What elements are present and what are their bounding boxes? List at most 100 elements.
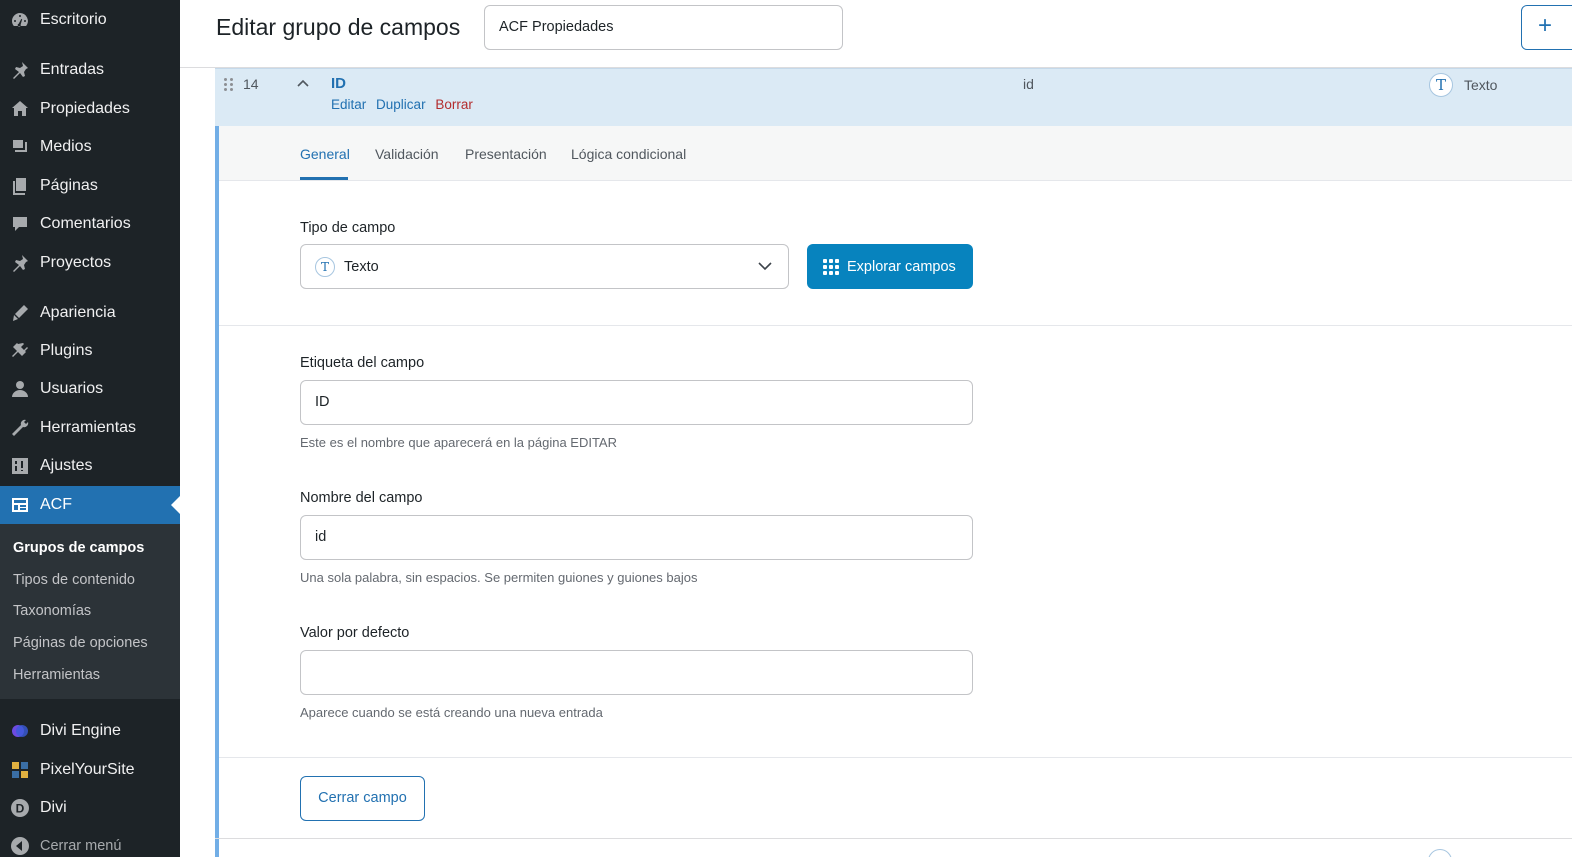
- field-row-actions: Editar Duplicar Borrar: [331, 97, 479, 112]
- group-title-input[interactable]: ACF Propiedades: [484, 5, 843, 50]
- sidebar-item-usuarios[interactable]: Usuarios: [0, 370, 180, 408]
- dashboard-icon: [9, 9, 31, 31]
- sidebar-item-divi-engine[interactable]: Divi Engine: [0, 712, 180, 750]
- divi-icon: D: [9, 797, 31, 819]
- plus-icon: +: [1538, 12, 1553, 39]
- close-field-label: Cerrar campo: [318, 790, 407, 806]
- sidebar-item-label: Apariencia: [40, 304, 116, 321]
- submenu-item-tools[interactable]: Herramientas: [13, 667, 100, 683]
- pages-icon: [9, 175, 31, 197]
- sidebar-item-comentarios[interactable]: Comentarios: [0, 205, 180, 243]
- sidebar-item-label: Ajustes: [40, 457, 93, 474]
- sidebar-item-ajustes[interactable]: Ajustes: [0, 447, 180, 485]
- tools-icon: [9, 417, 31, 439]
- add-field-button[interactable]: +: [1521, 5, 1572, 50]
- field-order-number: 14: [243, 76, 259, 92]
- browse-fields-button[interactable]: Explorar campos: [807, 244, 973, 289]
- default-value-help: Aparece cuando se está creando una nueva…: [300, 705, 603, 720]
- field-name-input-value: id: [315, 529, 327, 545]
- field-name-input[interactable]: id: [300, 515, 973, 560]
- sidebar-item-apariencia[interactable]: Apariencia: [0, 294, 180, 332]
- field-type-label: Texto: [1464, 77, 1498, 93]
- grid-icon: [823, 258, 839, 275]
- close-field-button[interactable]: Cerrar campo: [300, 776, 425, 821]
- field-name-heading: Nombre del campo: [300, 490, 423, 506]
- media-icon: [9, 136, 31, 158]
- submenu-item-post-types[interactable]: Tipos de contenido: [13, 572, 135, 588]
- group-title-value: ACF Propiedades: [499, 19, 614, 35]
- text-type-icon: T: [315, 256, 335, 277]
- acf-icon: [9, 494, 31, 516]
- field-label-heading: Etiqueta del campo: [300, 355, 425, 371]
- sidebar-item-medios[interactable]: Medios: [0, 128, 180, 166]
- field-row[interactable]: 14 ID Editar Duplicar Borrar id T Texto: [215, 68, 1572, 126]
- pin-icon: [9, 252, 31, 274]
- browse-fields-label: Explorar campos: [847, 258, 956, 275]
- section-divider: [219, 757, 1572, 758]
- section-divider: [219, 325, 1572, 326]
- tab-general[interactable]: General: [300, 146, 350, 162]
- sidebar-item-acf[interactable]: ACF: [0, 486, 180, 524]
- admin-sidebar: Escritorio Entradas Propiedades Medios P…: [0, 0, 180, 857]
- sidebar-item-entradas[interactable]: Entradas: [0, 51, 180, 89]
- field-name-column: id: [1023, 76, 1034, 92]
- collapse-menu-icon: [9, 835, 31, 857]
- text-type-icon: T: [1429, 73, 1453, 97]
- field-label-help: Este es el nombre que aparecerá en la pá…: [300, 435, 617, 450]
- default-value-heading: Valor por defecto: [300, 625, 410, 641]
- sidebar-item-herramientas[interactable]: Herramientas: [0, 409, 180, 447]
- sidebar-item-label: Comentarios: [40, 215, 131, 232]
- divi-engine-icon: [9, 720, 31, 742]
- sidebar-item-label: Plugins: [40, 342, 93, 359]
- sidebar-collapse-button[interactable]: Cerrar menú: [0, 827, 180, 857]
- appearance-icon: [9, 302, 31, 324]
- settings-tabs: General Validación Presentación Lógica c…: [219, 126, 1572, 181]
- active-tab-indicator: [300, 177, 348, 180]
- drag-handle-icon[interactable]: [224, 78, 236, 92]
- sidebar-item-label: Escritorio: [40, 11, 107, 28]
- field-type-heading: Tipo de campo: [300, 220, 396, 236]
- submenu-item-field-groups[interactable]: Grupos de campos: [13, 540, 144, 556]
- sidebar-item-label: ACF: [40, 496, 72, 513]
- sidebar-item-label: Herramientas: [40, 419, 137, 436]
- svg-text:D: D: [16, 802, 25, 816]
- sidebar-item-label: PixelYourSite: [40, 761, 135, 778]
- sidebar-item-label: Medios: [40, 138, 92, 155]
- sidebar-item-propiedades[interactable]: Propiedades: [0, 90, 180, 128]
- sidebar-item-label: Propiedades: [40, 100, 130, 117]
- sidebar-item-proyectos[interactable]: Proyectos: [0, 244, 180, 282]
- next-field-row-border: [215, 838, 1572, 839]
- chevron-up-icon[interactable]: [296, 76, 310, 90]
- edit-field-link[interactable]: Editar: [331, 97, 366, 112]
- pin-icon: [9, 59, 31, 81]
- tab-conditional-logic[interactable]: Lógica condicional: [571, 146, 686, 162]
- field-label-input-value: ID: [315, 394, 330, 410]
- sidebar-item-label: Divi Engine: [40, 722, 121, 739]
- sidebar-item-escritorio[interactable]: Escritorio: [0, 1, 180, 39]
- delete-field-link[interactable]: Borrar: [435, 97, 473, 112]
- page-title: Editar grupo de campos: [216, 14, 461, 40]
- settings-icon: [9, 455, 31, 477]
- plugins-icon: [9, 340, 31, 362]
- sidebar-item-plugins[interactable]: Plugins: [0, 332, 180, 370]
- comments-icon: [9, 213, 31, 235]
- field-settings-panel: General Validación Presentación Lógica c…: [215, 126, 1572, 857]
- submenu-item-options-pages[interactable]: Páginas de opciones: [13, 635, 148, 651]
- sidebar-item-paginas[interactable]: Páginas: [0, 167, 180, 205]
- tab-validation[interactable]: Validación: [375, 146, 439, 162]
- acf-submenu: Grupos de campos Tipos de contenido Taxo…: [0, 524, 180, 699]
- default-value-input[interactable]: [300, 650, 973, 695]
- tab-presentation[interactable]: Presentación: [465, 146, 547, 162]
- sidebar-item-pixelyoursite[interactable]: PixelYourSite: [0, 751, 180, 789]
- field-label-input[interactable]: ID: [300, 380, 973, 425]
- field-label-link[interactable]: ID: [331, 75, 346, 92]
- sidebar-item-divi[interactable]: D Divi: [0, 789, 180, 827]
- field-type-select[interactable]: T Texto: [300, 244, 789, 289]
- users-icon: [9, 378, 31, 400]
- sidebar-item-label: Entradas: [40, 61, 105, 78]
- sidebar-item-label: Cerrar menú: [40, 838, 122, 854]
- duplicate-field-link[interactable]: Duplicar: [376, 97, 426, 112]
- submenu-item-taxonomies[interactable]: Taxonomías: [13, 603, 91, 619]
- sidebar-item-label: Divi: [40, 799, 67, 816]
- properties-icon: [9, 98, 31, 120]
